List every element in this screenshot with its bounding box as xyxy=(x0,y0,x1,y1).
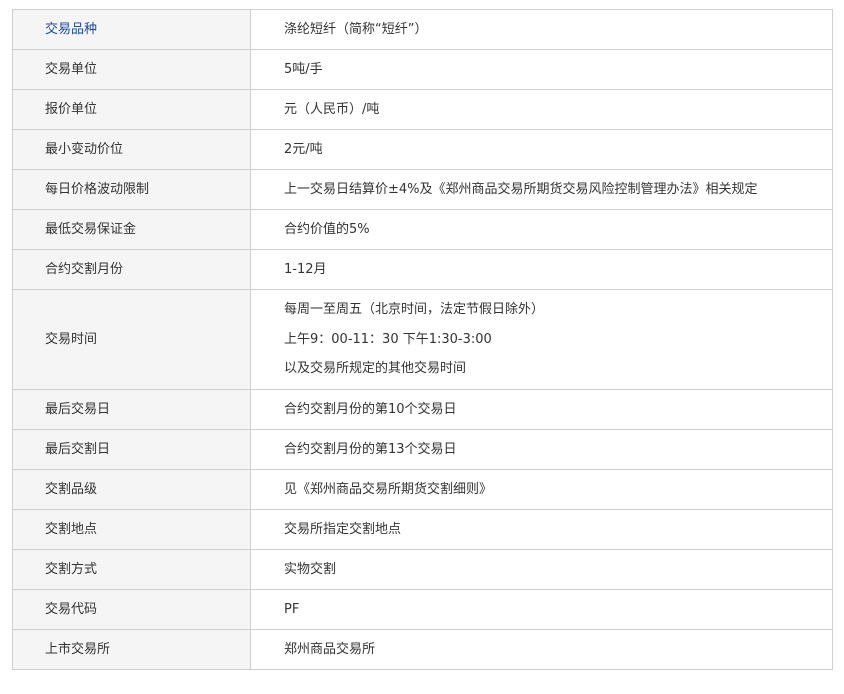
row-value-line: 1-12月 xyxy=(284,261,327,277)
row-value-line: 2元/吨 xyxy=(284,141,323,157)
row-label: 每日价格波动限制 xyxy=(12,169,251,210)
row-value: PF xyxy=(250,589,833,630)
row-value-line: 交易所指定交割地点 xyxy=(284,521,402,537)
contract-spec-table: 交易品种 涤纶短纤（简称“短纤”） 交易单位 5吨/手 报价单位 元（人民币）/… xyxy=(12,9,833,670)
row-value-line: 以及交易所规定的其他交易时间 xyxy=(284,361,467,377)
row-label: 交割品级 xyxy=(12,469,251,510)
row-value-line: PF xyxy=(284,601,300,617)
table-row: 报价单位 元（人民币）/吨 xyxy=(12,89,833,130)
row-label: 最后交易日 xyxy=(12,389,251,430)
table-row: 交易代码 PF xyxy=(12,589,833,630)
row-value: 涤纶短纤（简称“短纤”） xyxy=(250,9,833,50)
row-value-line: 合约交割月份的第10个交易日 xyxy=(284,401,457,417)
row-value-line: 实物交割 xyxy=(284,561,337,577)
row-value: 每周一至周五（北京时间，法定节假日除外） 上午9：00-11：30 下午1:30… xyxy=(250,289,833,390)
row-label: 最后交割日 xyxy=(12,429,251,470)
row-value: 交易所指定交割地点 xyxy=(250,509,833,550)
row-value-line: 涤纶短纤（简称“短纤”） xyxy=(284,21,428,37)
table-row: 最低交易保证金 合约价值的5% xyxy=(12,209,833,250)
row-value-line: 上午9：00-11：30 下午1:30-3:00 xyxy=(284,331,492,347)
row-label: 交易代码 xyxy=(12,589,251,630)
row-label: 报价单位 xyxy=(12,89,251,130)
table-row: 最后交易日 合约交割月份的第10个交易日 xyxy=(12,389,833,430)
row-value: 合约价值的5% xyxy=(250,209,833,250)
table-row: 交割方式 实物交割 xyxy=(12,549,833,590)
row-label: 交易品种 xyxy=(12,9,251,50)
contract-spec-body: 交易品种 涤纶短纤（简称“短纤”） 交易单位 5吨/手 报价单位 元（人民币）/… xyxy=(12,9,833,670)
row-value: 1-12月 xyxy=(250,249,833,290)
table-row: 交割品级 见《郑州商品交易所期货交割细则》 xyxy=(12,469,833,510)
row-label: 交割方式 xyxy=(12,549,251,590)
row-value: 郑州商品交易所 xyxy=(250,629,833,670)
row-label: 交易时间 xyxy=(12,289,251,390)
row-value: 元（人民币）/吨 xyxy=(250,89,833,130)
row-value-line: 郑州商品交易所 xyxy=(284,641,376,657)
row-value: 5吨/手 xyxy=(250,49,833,90)
table-row: 每日价格波动限制 上一交易日结算价±4%及《郑州商品交易所期货交易风险控制管理办… xyxy=(12,169,833,210)
row-value: 上一交易日结算价±4%及《郑州商品交易所期货交易风险控制管理办法》相关规定 xyxy=(250,169,833,210)
row-value-line: 合约价值的5% xyxy=(284,221,370,237)
row-label: 合约交割月份 xyxy=(12,249,251,290)
row-value-line: 5吨/手 xyxy=(284,61,323,77)
row-value: 合约交割月份的第13个交易日 xyxy=(250,429,833,470)
row-value-line: 每周一至周五（北京时间，法定节假日除外） xyxy=(284,302,545,318)
row-value-line: 元（人民币）/吨 xyxy=(284,101,380,117)
table-row: 交易品种 涤纶短纤（简称“短纤”） xyxy=(12,9,833,50)
row-label: 最低交易保证金 xyxy=(12,209,251,250)
contract-spec-container: 交易品种 涤纶短纤（简称“短纤”） 交易单位 5吨/手 报价单位 元（人民币）/… xyxy=(12,9,833,670)
table-row: 交易时间 每周一至周五（北京时间，法定节假日除外） 上午9：00-11：30 下… xyxy=(12,289,833,390)
row-value: 合约交割月份的第10个交易日 xyxy=(250,389,833,430)
row-value: 2元/吨 xyxy=(250,129,833,170)
table-row: 交割地点 交易所指定交割地点 xyxy=(12,509,833,550)
row-value: 实物交割 xyxy=(250,549,833,590)
row-label: 交易单位 xyxy=(12,49,251,90)
table-row: 最后交割日 合约交割月份的第13个交易日 xyxy=(12,429,833,470)
table-row: 上市交易所 郑州商品交易所 xyxy=(12,629,833,670)
row-value: 见《郑州商品交易所期货交割细则》 xyxy=(250,469,833,510)
table-row: 交易单位 5吨/手 xyxy=(12,49,833,90)
row-value-line: 见《郑州商品交易所期货交割细则》 xyxy=(284,481,493,497)
table-row: 最小变动价位 2元/吨 xyxy=(12,129,833,170)
row-value-line: 上一交易日结算价±4%及《郑州商品交易所期货交易风险控制管理办法》相关规定 xyxy=(284,181,758,197)
row-label: 最小变动价位 xyxy=(12,129,251,170)
row-value-line: 合约交割月份的第13个交易日 xyxy=(284,441,457,457)
table-row: 合约交割月份 1-12月 xyxy=(12,249,833,290)
row-label: 交割地点 xyxy=(12,509,251,550)
row-label: 上市交易所 xyxy=(12,629,251,670)
